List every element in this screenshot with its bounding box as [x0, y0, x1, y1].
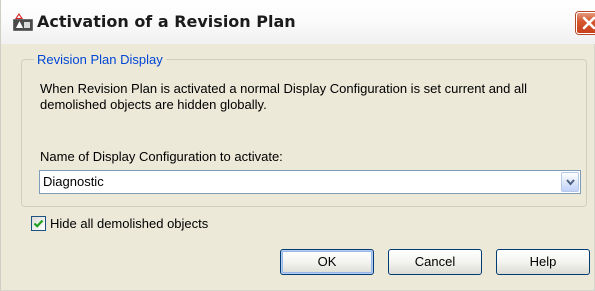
display-config-value: Diagnostic	[43, 174, 104, 189]
display-config-label: Name of Display Configuration to activat…	[40, 149, 283, 164]
dropdown-button[interactable]	[561, 172, 579, 192]
autocad-icon	[13, 13, 33, 31]
ok-button[interactable]: OK	[280, 249, 374, 275]
cancel-button[interactable]: Cancel	[388, 249, 482, 275]
hide-demolished-label: Hide all demolished objects	[50, 216, 209, 231]
group-legend: Revision Plan Display	[34, 52, 166, 67]
activation-dialog: Activation of a Revision Plan Revision P…	[0, 0, 595, 291]
title-bar[interactable]: Activation of a Revision Plan	[1, 0, 595, 44]
description-text: When Revision Plan is activated a normal…	[40, 81, 528, 112]
display-config-select[interactable]: Diagnostic	[39, 170, 581, 194]
hide-demolished-checkbox[interactable]	[31, 216, 46, 231]
close-button[interactable]	[576, 12, 595, 34]
help-button[interactable]: Help	[496, 249, 590, 275]
dialog-title: Activation of a Revision Plan	[37, 12, 296, 31]
